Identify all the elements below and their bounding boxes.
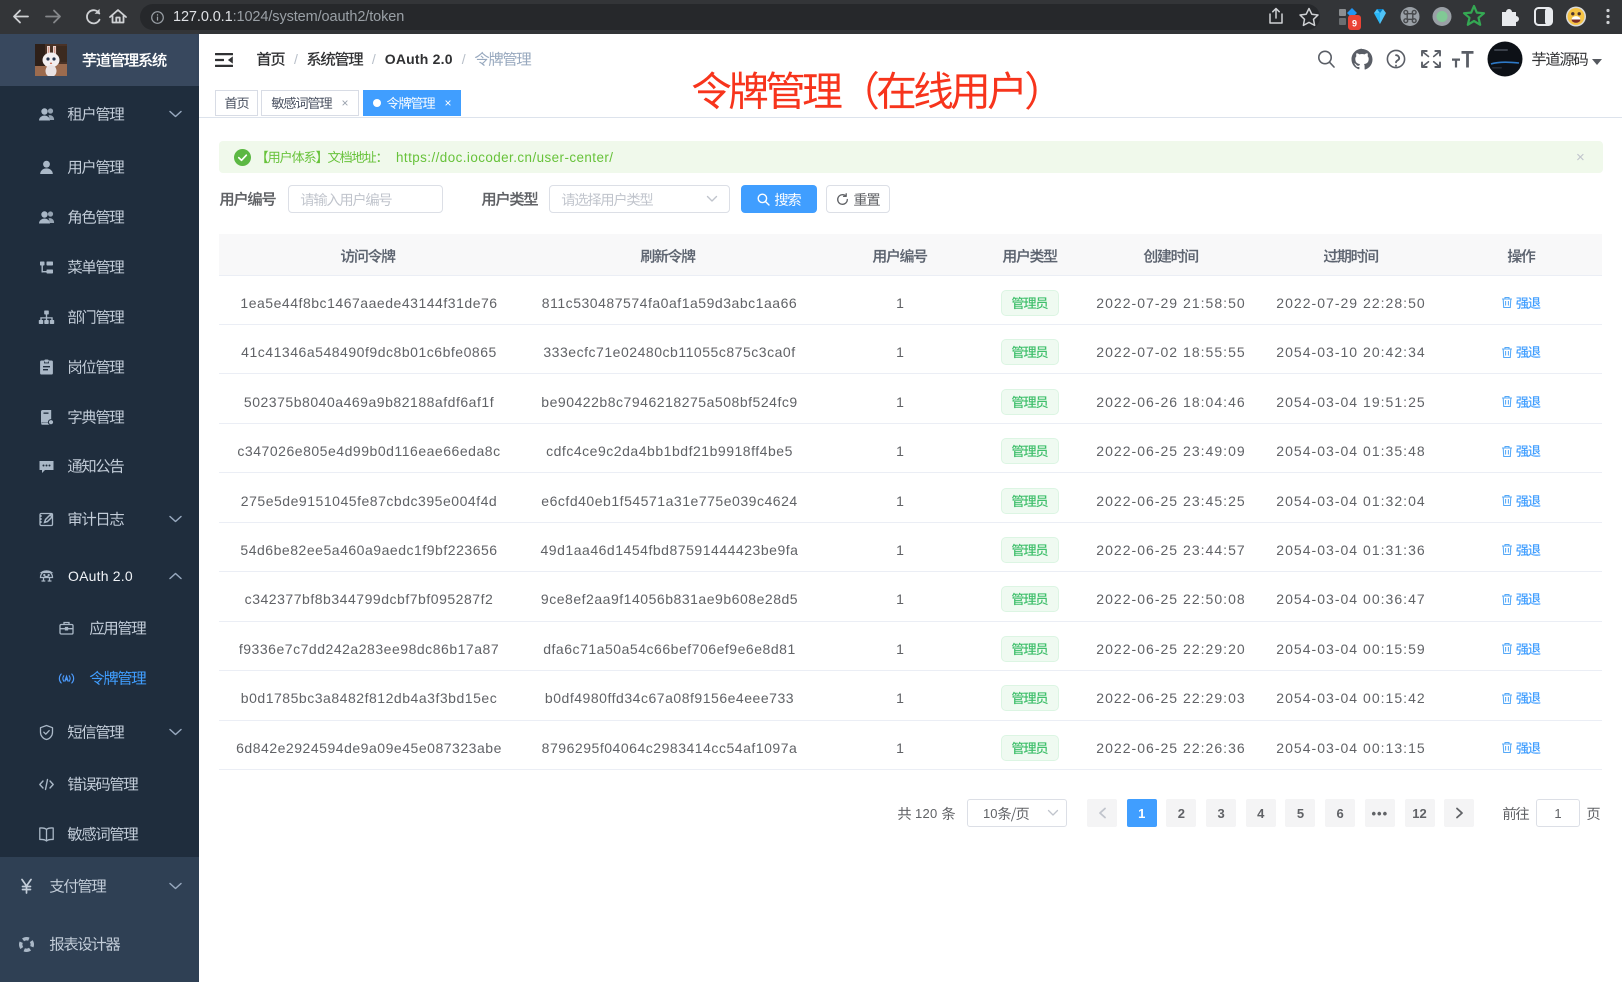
svg-text:9: 9 (1352, 19, 1357, 29)
